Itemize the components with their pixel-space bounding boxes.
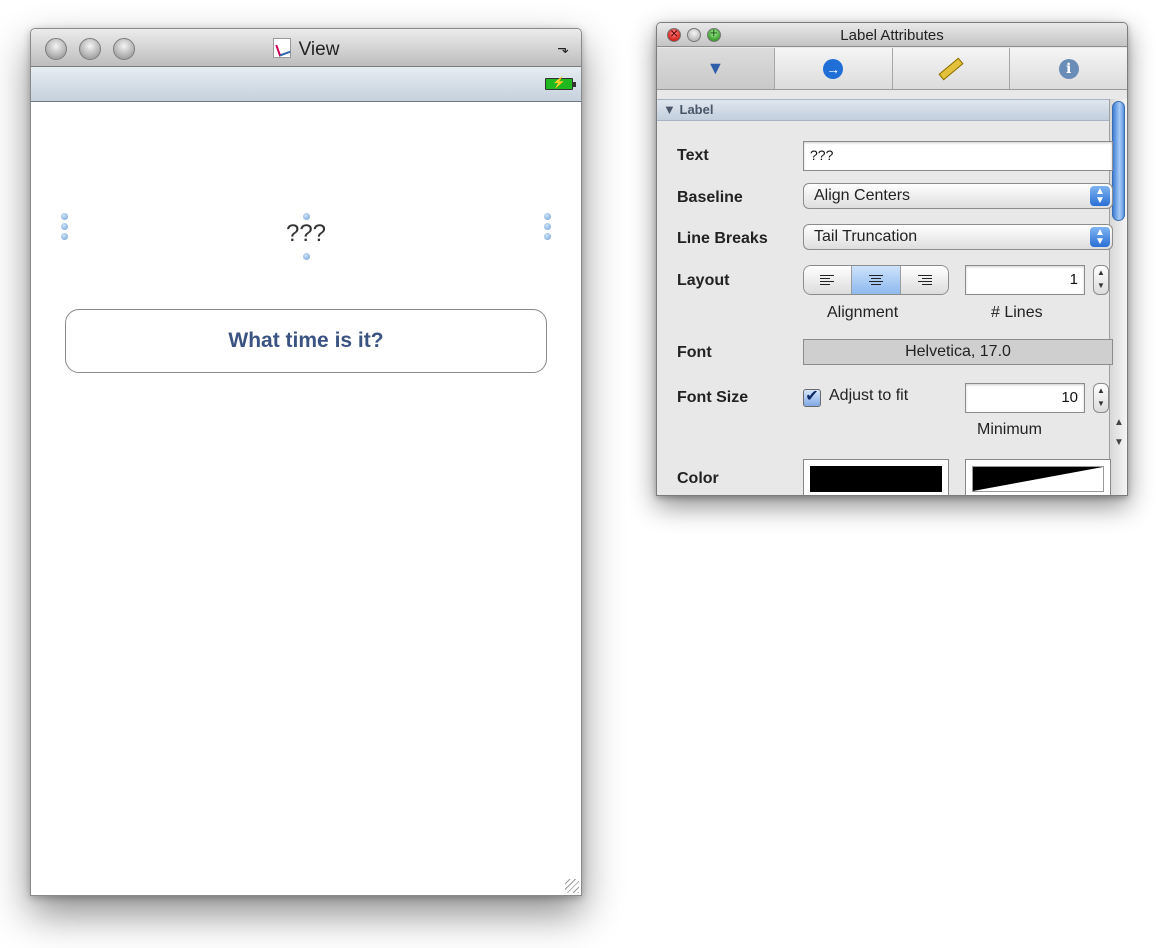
adjust-to-fit-checkbox[interactable]: ✔ [803,389,821,407]
text-color-well[interactable] [803,459,949,495]
time-label[interactable]: ??? [271,220,341,248]
minimum-caption: Minimum [977,421,1042,438]
selection-handle[interactable] [544,213,551,220]
align-center-icon [868,274,884,286]
scroll-thumb[interactable] [1112,101,1125,221]
lines-stepper[interactable]: ▲ ▼ [1093,265,1109,295]
inspector-tabs: ▼ → i [657,48,1127,90]
selection-handle[interactable] [544,233,551,240]
size-ruler-icon [938,57,964,80]
font-well[interactable]: Helvetica, 17.0 [803,339,1113,365]
align-center-button[interactable] [852,266,901,294]
document-icon [272,38,291,58]
layout-row-label: Layout [677,272,730,289]
opacity-swatch [972,466,1104,492]
color-swatch [810,466,942,492]
inspector-window: Label Attributes ▼ → i ▼ Label ▲ ▼ Text … [656,22,1128,496]
text-field[interactable]: ??? [803,141,1113,171]
baseline-popup[interactable]: Align Centers ▲ ▼ [803,183,1113,209]
resize-grip-icon[interactable] [565,879,579,893]
tab-connections[interactable]: → [775,48,893,89]
color-row-label: Color [677,470,719,487]
selection-handle[interactable] [61,233,68,240]
align-right-button[interactable] [900,266,948,294]
inspector-title: Label Attributes [840,27,944,44]
font-size-row-label: Font Size [677,389,749,406]
toolbar-toggle-icon[interactable]: ⬎ [557,40,569,57]
selection-handle[interactable] [303,213,310,220]
line-breaks-row-label: Line Breaks [677,230,768,247]
font-row-label: Font [677,344,712,361]
window-title-text: View [298,39,340,60]
line-breaks-value: Tail Truncation [814,228,918,245]
align-right-icon [916,274,933,286]
selection-handle[interactable] [544,223,551,230]
tab-identity[interactable]: i [1010,48,1127,89]
baseline-row-label: Baseline [677,189,743,206]
align-left-button[interactable] [804,266,853,294]
baseline-value: Align Centers [814,187,911,204]
line-breaks-popup[interactable]: Tail Truncation ▲ ▼ [803,224,1113,250]
popup-arrows-icon: ▲ ▼ [1090,186,1110,206]
text-row-label: Text [677,147,709,164]
disclosure-triangle-icon[interactable]: ▼ [663,102,676,117]
tab-size[interactable] [893,48,1011,89]
section-title: Label [679,102,714,117]
window-title: View [31,38,581,61]
view-canvas[interactable]: ??? What time is it? [31,103,581,895]
adjust-to-fit-label[interactable]: Adjust to fit [829,387,908,405]
scroll-down-icon[interactable]: ▼ [1114,437,1124,448]
tab-attributes[interactable]: ▼ [657,48,775,89]
align-left-icon [819,274,836,286]
selection-handle[interactable] [303,253,310,260]
minimum-font-size-field[interactable]: 10 [965,383,1085,413]
status-bar: ⚡ [31,67,581,102]
selection-handle[interactable] [61,213,68,220]
popup-arrows-icon: ▲ ▼ [1090,227,1110,247]
view-window: View ⬎ ⚡ ??? What time is it? [30,28,582,896]
attributes-slider-icon: ▼ [706,58,725,78]
lines-field[interactable]: 1 [965,265,1085,295]
selection-handle[interactable] [61,223,68,230]
connections-arrow-icon: → [823,58,844,79]
lines-caption: # Lines [991,304,1043,321]
scroll-up-icon[interactable]: ▲ [1114,417,1124,428]
inspector-titlebar[interactable]: Label Attributes [657,23,1127,47]
minimum-font-size-stepper[interactable]: ▲ ▼ [1093,383,1109,413]
identity-info-icon: i [1058,58,1079,79]
view-titlebar[interactable]: View ⬎ [31,29,581,67]
alignment-caption: Alignment [827,304,899,321]
battery-icon: ⚡ [545,77,576,90]
alignment-segmented-control[interactable] [803,265,949,295]
shadow-color-well[interactable] [965,459,1111,495]
what-time-button[interactable]: What time is it? [65,309,547,373]
label-section-header[interactable]: ▼ Label [657,99,1127,121]
